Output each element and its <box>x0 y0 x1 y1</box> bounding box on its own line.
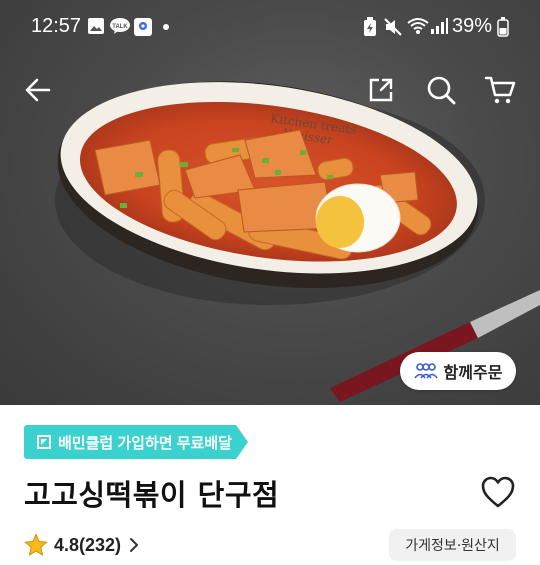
store-hero-image: Kitchen treats Yonisser 12:57 TALK 39% 함… <box>0 0 540 405</box>
share-button[interactable] <box>361 70 401 110</box>
clock: 12:57 <box>31 15 82 37</box>
mute-icon <box>384 18 402 36</box>
svg-text:TALK: TALK <box>112 24 128 30</box>
rating-link[interactable]: 4.8(232) <box>24 532 141 558</box>
people-group-icon <box>413 363 438 379</box>
share-icon <box>369 78 393 102</box>
together-order-button[interactable]: 함께주문 <box>400 352 516 390</box>
dot-icon <box>163 24 169 30</box>
club-logo-icon <box>37 435 51 449</box>
status-bar: 12:57 TALK 39% <box>0 0 540 56</box>
club-banner[interactable]: 배민클럽 가입하면 무료배달 <box>24 425 248 459</box>
rating-value: 4.8(232) <box>54 534 122 555</box>
cart-button[interactable] <box>480 70 520 110</box>
cart-icon <box>484 76 516 104</box>
together-order-label: 함께주문 <box>443 363 503 382</box>
food-photo: Kitchen treats Yonisser <box>55 81 540 402</box>
banner-tip <box>235 425 248 459</box>
gallery-icon <box>88 18 104 34</box>
search-button[interactable] <box>421 70 461 110</box>
star-icon <box>24 533 48 556</box>
chevron-right-icon <box>130 538 139 552</box>
store-name: 고고싱떡볶이 단구점 <box>24 478 280 512</box>
back-button[interactable] <box>18 70 58 110</box>
favorite-heart-icon[interactable] <box>480 475 516 509</box>
store-info-button[interactable]: 가게정보·원산지 <box>389 529 516 561</box>
battery-saver-icon <box>364 17 376 36</box>
arrow-left-icon <box>25 78 51 102</box>
signal-icon <box>431 18 448 34</box>
map-icon <box>134 18 152 36</box>
club-banner-label: 배민클럽 가입하면 무료배달 <box>58 434 232 452</box>
battery-percent: 39% <box>452 15 493 37</box>
kakaotalk-icon: TALK <box>110 18 130 34</box>
search-icon <box>427 76 456 105</box>
battery-icon <box>497 17 509 37</box>
wifi-icon <box>407 18 429 34</box>
